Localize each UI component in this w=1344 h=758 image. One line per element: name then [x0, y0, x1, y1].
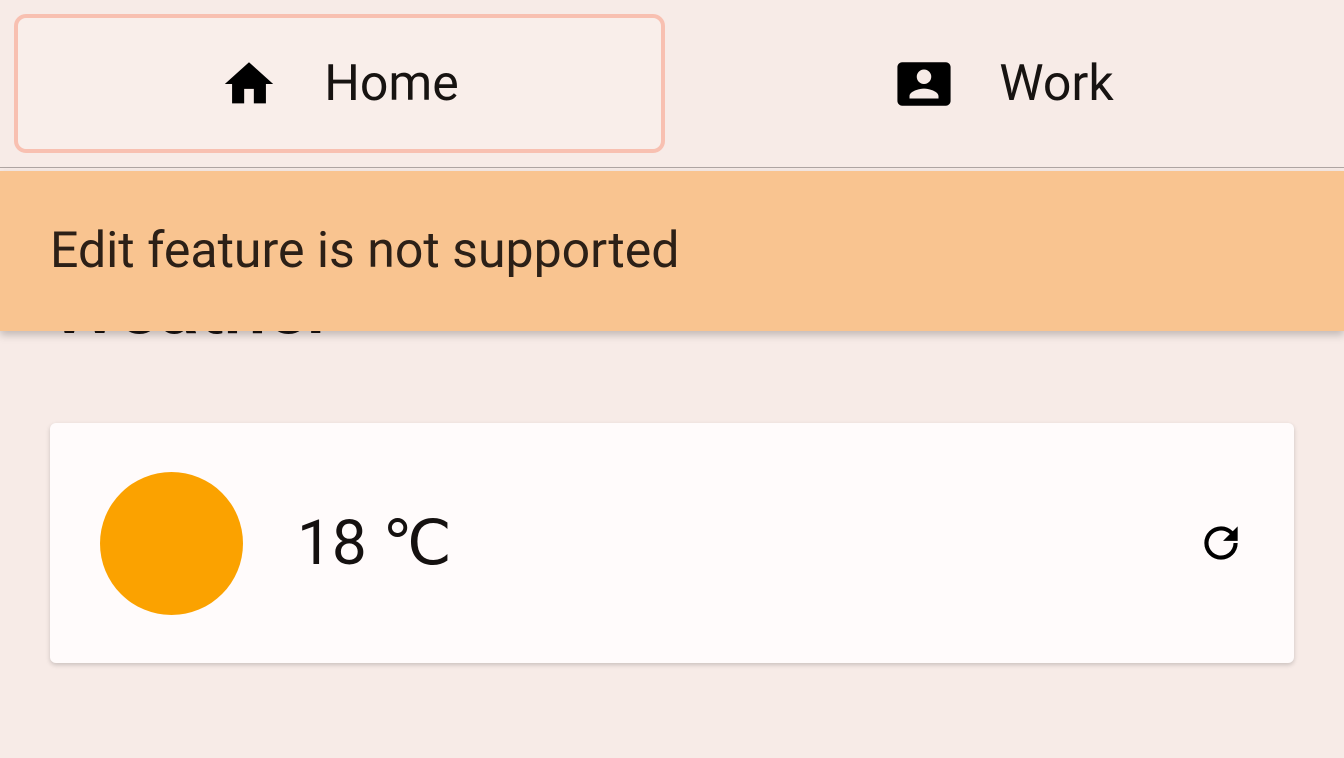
- tab-home[interactable]: Home: [14, 14, 665, 153]
- tab-work[interactable]: Work: [679, 14, 1330, 153]
- toast: Edit feature is not supported: [0, 171, 1344, 331]
- refresh-icon: [1196, 553, 1246, 572]
- tab-work-label: Work: [999, 55, 1113, 113]
- sun-icon: [100, 472, 243, 615]
- home-icon: [220, 55, 278, 113]
- person-icon: [895, 55, 953, 113]
- refresh-button[interactable]: [1196, 518, 1246, 568]
- tab-bar: Home Work: [0, 0, 1344, 168]
- temperature-value: 18 ℃: [297, 506, 452, 580]
- toast-message: Edit feature is not supported: [50, 222, 679, 280]
- weather-card: 18 ℃: [50, 423, 1294, 663]
- tab-home-label: Home: [324, 55, 459, 113]
